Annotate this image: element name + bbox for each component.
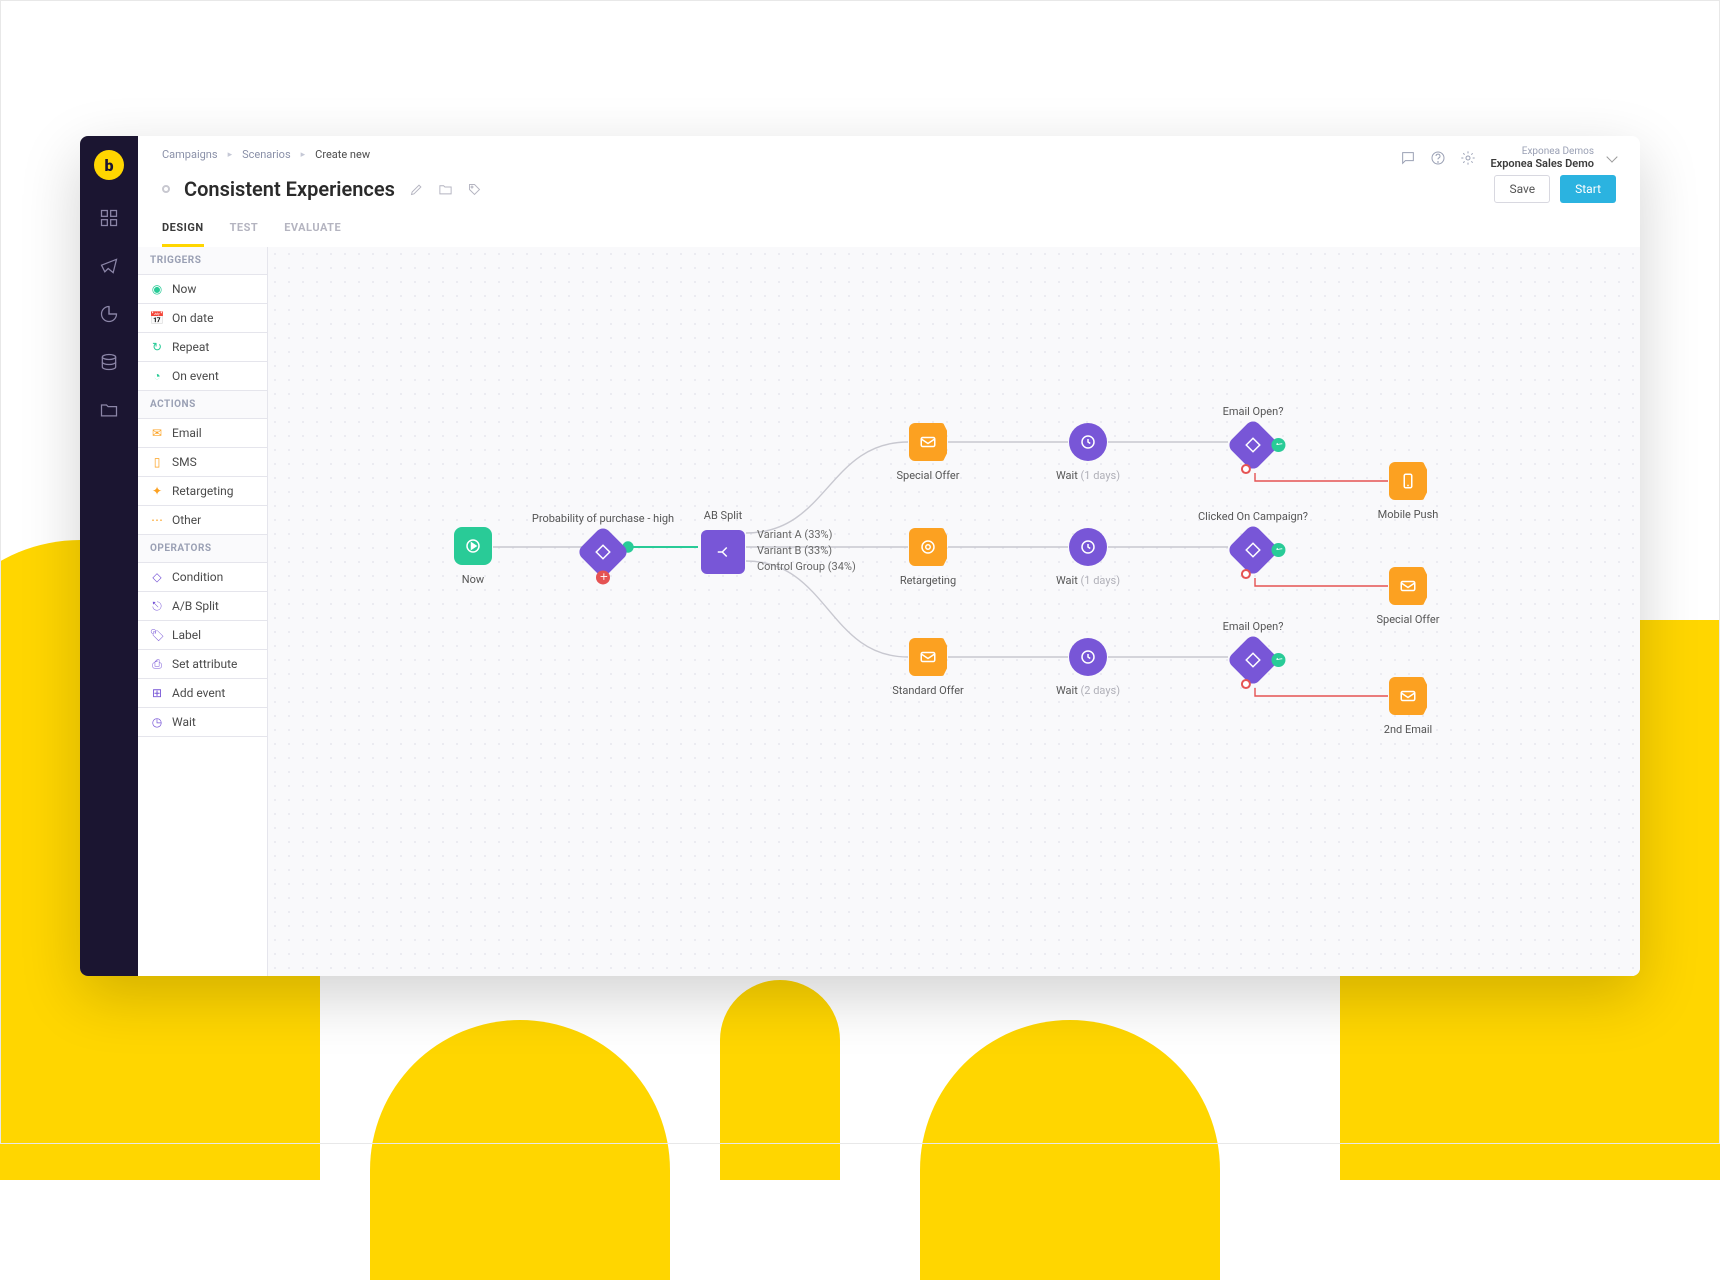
app-window: b Campaigns ▸ Scenarios ▸ Create new Exp… xyxy=(80,136,1640,976)
breadcrumb-current: Create new xyxy=(315,148,370,161)
palette-item-on-event[interactable]: ◔On event xyxy=(138,362,267,391)
fail-port xyxy=(1239,677,1253,691)
fail-port xyxy=(1239,462,1253,476)
dashboard-icon[interactable] xyxy=(99,208,119,228)
palette-group-actions: ACTIONS xyxy=(138,391,267,419)
palette-item-wait[interactable]: ◷Wait xyxy=(138,708,267,737)
node-special-offer[interactable]: Special Offer xyxy=(868,423,988,482)
node-condition-purchase[interactable]: Probability of purchase - high xyxy=(543,512,663,571)
node-label: AB Split xyxy=(704,509,742,522)
decorative-blob xyxy=(920,1020,1220,1280)
node-label: Probability of purchase - high xyxy=(532,512,674,525)
flow-canvas[interactable]: Now Probability of purchase - high AB Sp… xyxy=(268,247,1640,976)
node-label: Clicked On Campaign? xyxy=(1198,510,1308,523)
node-label: Now xyxy=(462,573,484,586)
tab-evaluate[interactable]: EVALUATE xyxy=(284,221,341,247)
pass-badge xyxy=(1269,435,1289,455)
palette-item-ab-split[interactable]: ⎋A/B Split xyxy=(138,592,267,621)
node-label: Email Open? xyxy=(1223,405,1284,418)
node-wait-3[interactable]: Wait (2 days) xyxy=(1028,638,1148,697)
editor-tabs: DESIGN TEST EVALUATE xyxy=(162,221,1616,247)
node-clicked-campaign[interactable]: Clicked On Campaign? xyxy=(1193,510,1313,569)
palette-item-sms[interactable]: ▯SMS xyxy=(138,448,267,477)
analytics-icon[interactable] xyxy=(99,304,119,324)
node-email-open-1[interactable]: Email Open? xyxy=(1193,405,1313,464)
breadcrumb: Campaigns ▸ Scenarios ▸ Create new xyxy=(162,148,1616,161)
palette-item-condition[interactable]: ◇Condition xyxy=(138,563,267,592)
scenario-title[interactable]: Consistent Experiences xyxy=(184,177,395,201)
data-icon[interactable] xyxy=(99,352,119,372)
pass-badge xyxy=(1269,650,1289,670)
fail-port xyxy=(1239,567,1253,581)
node-label: Wait (2 days) xyxy=(1056,684,1120,697)
nav-rail: b xyxy=(80,136,138,976)
help-icon[interactable] xyxy=(1430,150,1446,166)
palette-group-operators: OPERATORS xyxy=(138,535,267,563)
palette-item-email[interactable]: ✉Email xyxy=(138,419,267,448)
palette-item-other[interactable]: ⋯Other xyxy=(138,506,267,535)
node-label: 2nd Email xyxy=(1384,723,1432,736)
chat-icon[interactable] xyxy=(1400,150,1416,166)
node-standard-offer[interactable]: Standard Offer xyxy=(868,638,988,697)
palette-item-on-date[interactable]: 📅On date xyxy=(138,304,267,333)
error-badge xyxy=(593,568,613,588)
palette-item-now[interactable]: ◉Now xyxy=(138,275,267,304)
tag-icon[interactable] xyxy=(467,182,482,197)
node-palette: TRIGGERS ◉Now 📅On date ↻Repeat ◔On event… xyxy=(138,247,268,976)
palette-group-triggers: TRIGGERS xyxy=(138,247,267,275)
brand-logo[interactable]: b xyxy=(94,150,124,180)
edit-icon[interactable] xyxy=(409,182,424,197)
breadcrumb-scenarios[interactable]: Scenarios xyxy=(242,148,291,161)
folder-icon[interactable] xyxy=(99,400,119,420)
pass-badge xyxy=(1269,540,1289,560)
gear-icon[interactable] xyxy=(1460,150,1476,166)
node-label: Email Open? xyxy=(1223,620,1284,633)
start-button[interactable]: Start xyxy=(1560,175,1616,203)
chevron-down-icon[interactable] xyxy=(1606,151,1617,162)
node-retargeting[interactable]: Retargeting xyxy=(868,528,988,587)
node-label: Mobile Push xyxy=(1378,508,1439,521)
node-label: Retargeting xyxy=(900,574,956,587)
node-wait-2[interactable]: Wait (1 days) xyxy=(1028,528,1148,587)
palette-item-repeat[interactable]: ↻Repeat xyxy=(138,333,267,362)
split-variant-labels: Variant A (33%) Variant B (33%) Control … xyxy=(757,528,856,573)
breadcrumb-campaigns[interactable]: Campaigns xyxy=(162,148,218,161)
node-label: Wait (1 days) xyxy=(1056,469,1120,482)
palette-item-label[interactable]: 🏷Label xyxy=(138,621,267,650)
save-button[interactable]: Save xyxy=(1494,175,1550,203)
node-label: Special Offer xyxy=(896,469,959,482)
node-wait-1[interactable]: Wait (1 days) xyxy=(1028,423,1148,482)
project-name: Exponea Sales Demo xyxy=(1490,158,1594,170)
decorative-blob xyxy=(720,980,840,1180)
decorative-blob xyxy=(370,1020,670,1280)
node-special-offer-2[interactable]: Special Offer xyxy=(1348,567,1468,626)
campaigns-icon[interactable] xyxy=(99,256,119,276)
tab-design[interactable]: DESIGN xyxy=(162,221,204,247)
account-switcher[interactable]: Exponea Demos Exponea Sales Demo xyxy=(1490,146,1594,170)
node-ab-split[interactable]: AB Split Variant A (33%) Variant B (33%)… xyxy=(663,509,783,574)
palette-item-set-attribute[interactable]: ⎙Set attribute xyxy=(138,650,267,679)
palette-item-add-event[interactable]: ⊞Add event xyxy=(138,679,267,708)
node-label: Wait (1 days) xyxy=(1056,574,1120,587)
status-indicator xyxy=(162,185,170,193)
chevron-right-icon: ▸ xyxy=(301,150,306,160)
node-label: Standard Offer xyxy=(892,684,964,697)
folder-icon[interactable] xyxy=(438,182,453,197)
tab-test[interactable]: TEST xyxy=(230,221,259,247)
palette-item-retargeting[interactable]: ✦Retargeting xyxy=(138,477,267,506)
chevron-right-icon: ▸ xyxy=(228,150,233,160)
node-2nd-email[interactable]: 2nd Email xyxy=(1348,677,1468,736)
node-mobile-push[interactable]: Mobile Push xyxy=(1348,462,1468,521)
node-now[interactable]: Now xyxy=(413,527,533,586)
node-label: Special Offer xyxy=(1376,613,1439,626)
node-email-open-2[interactable]: Email Open? xyxy=(1193,620,1313,679)
